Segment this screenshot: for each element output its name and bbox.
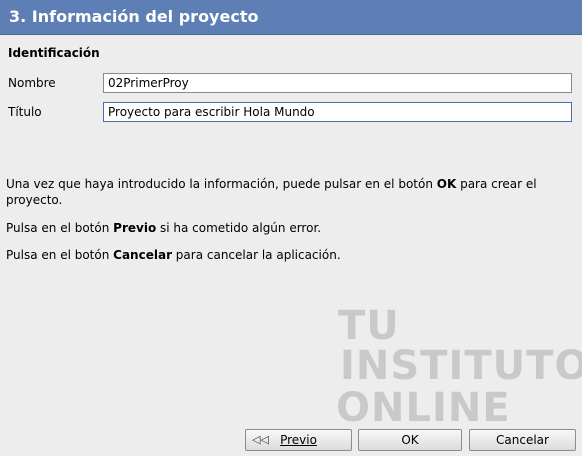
cancel-button[interactable]: Cancelar	[469, 429, 576, 451]
instruction-ok-text: Una vez que haya introducido la informac…	[6, 177, 437, 191]
instruction-previous-text-end: si ha cometido algún error.	[156, 221, 322, 235]
ok-button[interactable]: OK	[358, 429, 462, 451]
section-title: Identificación	[8, 46, 100, 60]
instruction-cancel-text: Pulsa en el botón	[6, 248, 114, 262]
name-label: Nombre	[8, 76, 56, 90]
instruction-cancel: Pulsa en el botón Cancelar para cancelar…	[6, 247, 566, 263]
instruction-cancel-text-end: para cancelar la aplicación.	[171, 248, 341, 262]
watermark-line1: TU	[338, 303, 400, 349]
watermark-line3: ONLINE	[336, 385, 511, 431]
instruction-cancel-bold: Cancelar	[113, 248, 172, 262]
wizard-header: 3. Información del proyecto	[0, 0, 582, 35]
instruction-previous-bold: Previo	[113, 221, 157, 235]
name-input[interactable]	[103, 73, 572, 93]
wizard-step-title: 3. Información del proyecto	[9, 7, 259, 26]
instruction-previous: Pulsa en el botón Previo si ha cometido …	[6, 220, 566, 236]
instruction-ok: Una vez que haya introducido la informac…	[6, 176, 566, 208]
instruction-ok-bold: OK	[436, 177, 457, 191]
cancel-button-label: Cancelar	[496, 433, 549, 447]
watermark-logo: TU INSTITUTO ONLINE	[330, 300, 582, 435]
rewind-arrow-icon: ◁◁	[252, 433, 269, 446]
watermark-line2: INSTITUTO	[340, 343, 582, 389]
title-label: Título	[8, 105, 42, 119]
ok-button-label: OK	[401, 433, 419, 447]
previous-button[interactable]: ◁◁ Previo	[245, 429, 352, 451]
title-input[interactable]	[103, 102, 572, 122]
previous-button-label: Previo	[280, 433, 317, 447]
instruction-previous-text: Pulsa en el botón	[6, 221, 114, 235]
